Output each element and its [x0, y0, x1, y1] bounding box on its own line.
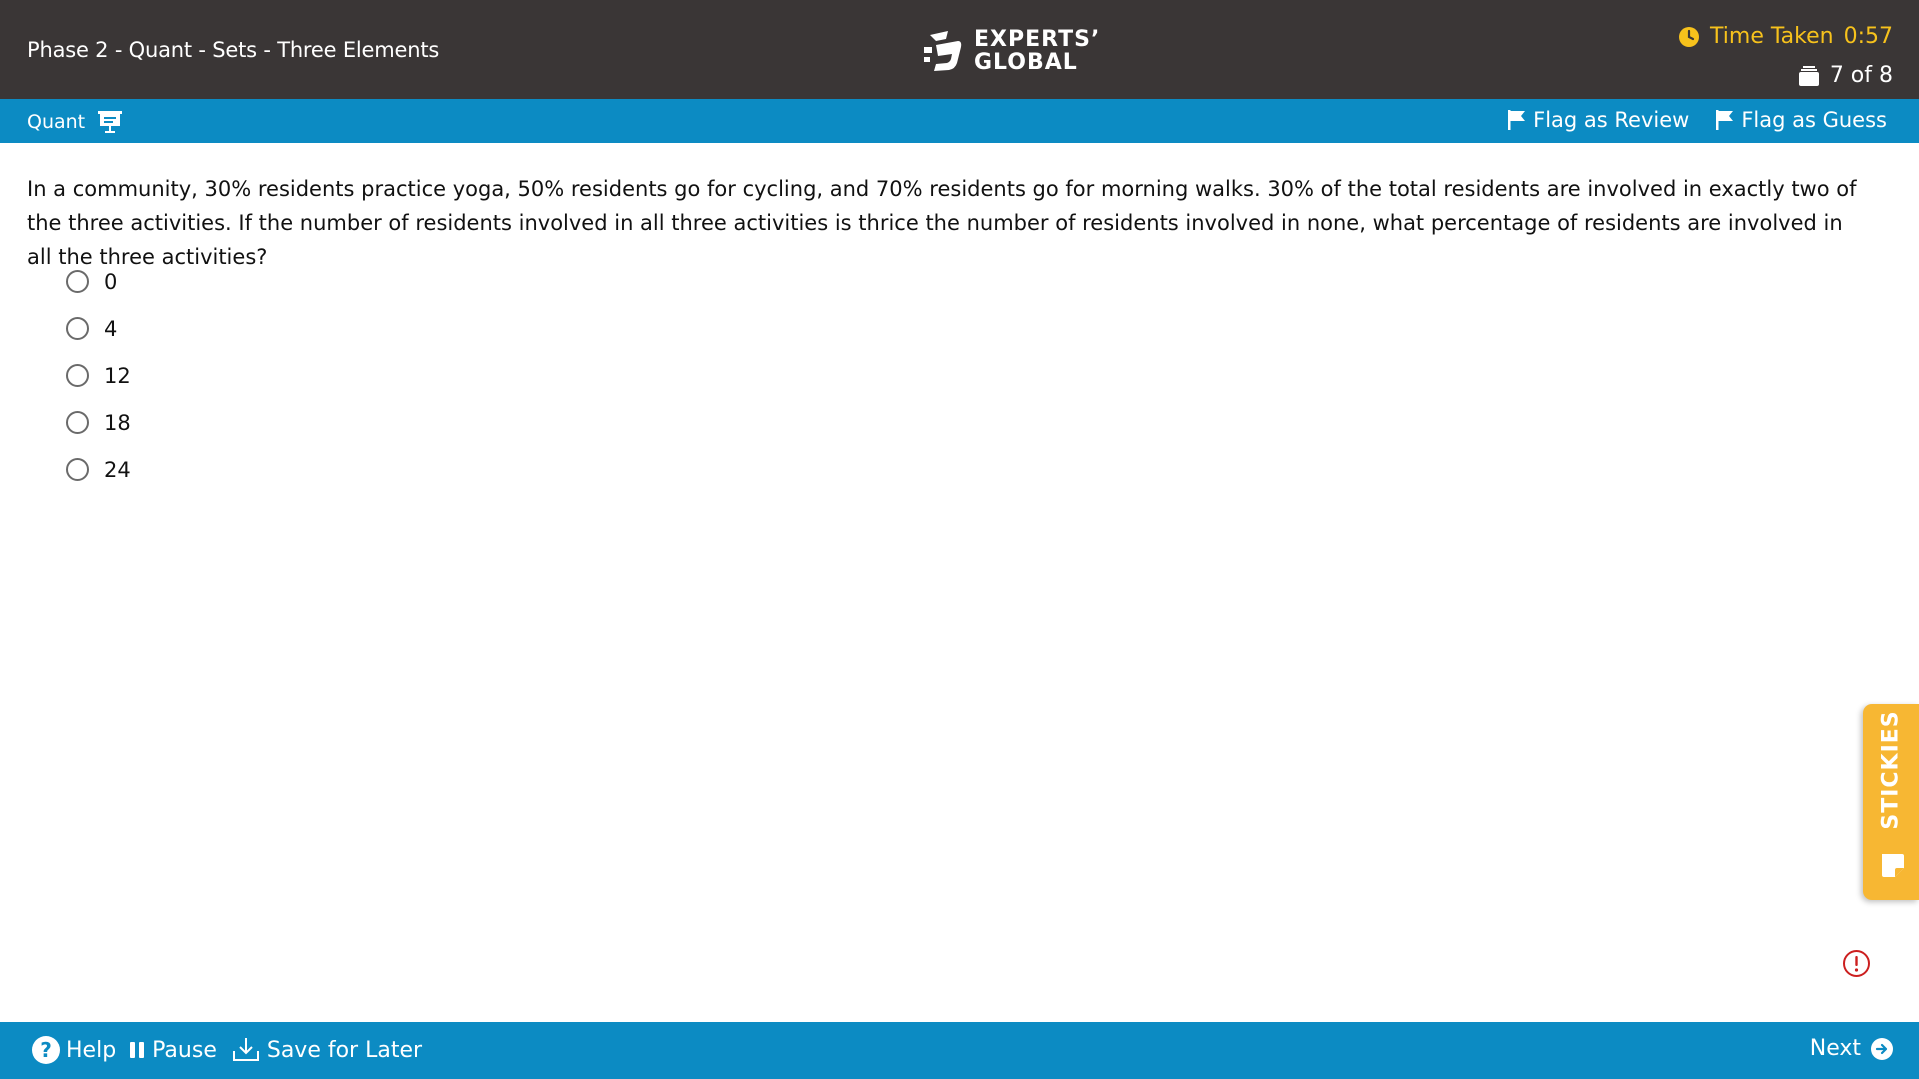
answer-option-2[interactable]: 12 — [66, 352, 131, 399]
answer-option-0[interactable]: 0 — [66, 258, 131, 305]
stickies-tab[interactable]: STICKIES — [1863, 704, 1919, 900]
help-icon: ? — [32, 1036, 60, 1064]
clock-icon — [1679, 26, 1700, 47]
presentation-board-icon — [98, 111, 123, 133]
logo-line-2: GLOBAL — [974, 50, 1078, 75]
answer-option-label: 0 — [104, 269, 118, 294]
radio-button[interactable] — [66, 317, 89, 340]
flag-as-guess-label: Flag as Guess — [1741, 108, 1887, 132]
save-for-later-button[interactable]: Save for Later — [231, 1036, 422, 1064]
help-button[interactable]: ? Help — [32, 1036, 116, 1064]
radio-button[interactable] — [66, 364, 89, 387]
bottom-actions: ? Help Pause Save for Later — [32, 1036, 422, 1064]
flag-controls: Flag as Review Flag as Guess — [1507, 108, 1887, 132]
question-text: In a community, 30% residents practice y… — [27, 177, 1857, 269]
question-counter: 7 of 8 — [1798, 63, 1893, 88]
experts-global-logo: EXPERTS’ GLOBAL — [922, 27, 1100, 75]
question-stack-icon — [1798, 65, 1819, 86]
answer-option-label: 24 — [104, 457, 131, 482]
sticky-note-icon — [1882, 854, 1904, 877]
radio-button[interactable] — [66, 411, 89, 434]
flag-as-guess-button[interactable]: Flag as Guess — [1715, 108, 1887, 132]
flag-icon — [1508, 110, 1526, 130]
answer-option-3[interactable]: 18 — [66, 399, 131, 446]
bottom-toolbar: ? Help Pause Save for Later Next — [0, 1022, 1919, 1079]
flag-icon — [1716, 110, 1734, 130]
question-counter-text: 7 of 8 — [1829, 63, 1893, 88]
answer-option-1[interactable]: 4 — [66, 305, 131, 352]
flag-as-review-button[interactable]: Flag as Review — [1507, 108, 1689, 132]
pause-label: Pause — [152, 1037, 217, 1063]
time-taken-label: Time Taken — [1710, 24, 1834, 49]
answer-option-label: 18 — [104, 410, 131, 435]
logo-line-1: EXPERTS’ — [974, 27, 1101, 52]
section-label: Quant — [27, 111, 86, 133]
radio-button[interactable] — [66, 458, 89, 481]
help-label: Help — [66, 1037, 117, 1063]
top-header: Phase 2 - Quant - Sets - Three Elements … — [0, 0, 1919, 99]
stickies-label: STICKIES — [1878, 710, 1904, 830]
answer-option-label: 12 — [104, 363, 131, 388]
pause-button[interactable]: Pause — [130, 1038, 217, 1063]
arrow-right-icon — [1871, 1037, 1893, 1060]
flag-as-review-label: Flag as Review — [1533, 108, 1690, 132]
section-toolbar: Quant Flag as Review Flag as Guess — [0, 99, 1919, 143]
next-button[interactable]: Next — [1810, 1036, 1893, 1061]
section-indicator: Quant — [27, 110, 123, 134]
next-label: Next — [1809, 1036, 1861, 1061]
logo-mark-icon — [924, 31, 962, 71]
radio-button[interactable] — [66, 270, 89, 293]
save-for-later-label: Save for Later — [266, 1037, 423, 1063]
pause-icon — [130, 1041, 146, 1059]
time-taken-value: 0:57 — [1843, 24, 1893, 49]
answer-option-label: 4 — [104, 316, 118, 341]
answer-option-4[interactable]: 24 — [66, 446, 131, 493]
answer-options: 0 4 12 18 24 — [66, 258, 131, 493]
time-taken: Time Taken 0:57 — [1678, 24, 1893, 49]
page-title: Phase 2 - Quant - Sets - Three Elements — [27, 38, 440, 62]
logo-text: EXPERTS’ GLOBAL — [974, 28, 1100, 74]
download-icon — [232, 1038, 259, 1061]
report-error-icon[interactable] — [1842, 949, 1871, 978]
